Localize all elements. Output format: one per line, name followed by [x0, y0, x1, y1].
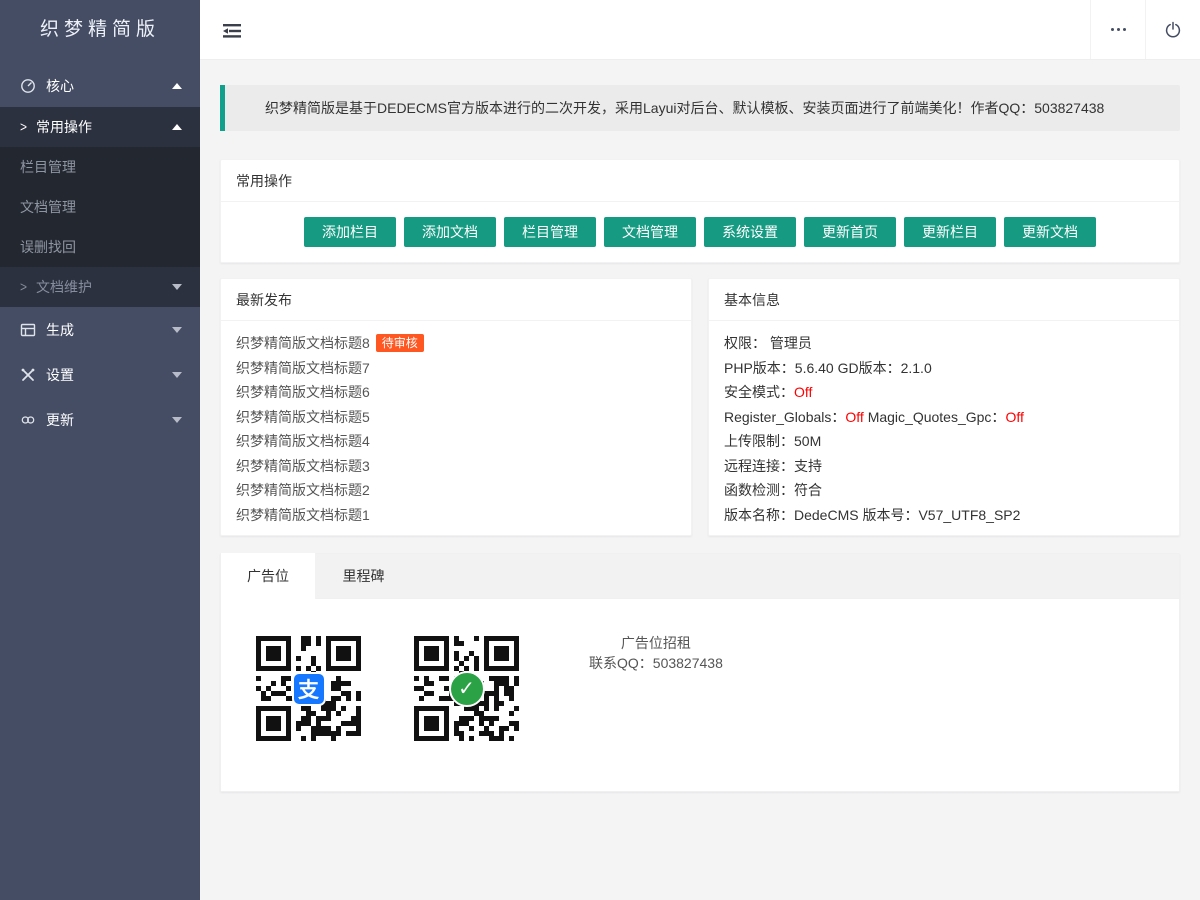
- main-area: 织梦精简版是基于DEDECMS官方版本进行的二次开发，采用Layui对后台、默认…: [200, 0, 1200, 900]
- quick-actions-card: 常用操作 添加栏目 添加文档 栏目管理 文档管理 系统设置 更新首页 更新栏目 …: [220, 159, 1180, 263]
- collapse-sidebar-icon: [222, 22, 242, 38]
- sidebar-group-update-label: 更新: [46, 410, 74, 430]
- info-line-upload-limit: 上传限制：50M: [724, 429, 1164, 454]
- tools-icon: [20, 367, 36, 383]
- pending-review-badge: 待审核: [376, 334, 424, 352]
- caret-up-icon: [172, 124, 182, 130]
- link-icon: [20, 412, 36, 428]
- list-item[interactable]: 织梦精简版文档标题1: [236, 503, 676, 528]
- quick-actions-body: 添加栏目 添加文档 栏目管理 文档管理 系统设置 更新首页 更新栏目 更新文档: [221, 202, 1179, 262]
- caret-up-icon: [172, 83, 182, 89]
- sidebar-item-document-manage[interactable]: 文档管理: [0, 187, 200, 227]
- list-item[interactable]: 织梦精简版文档标题3: [236, 454, 676, 479]
- sidebar-group-core[interactable]: 核心: [0, 65, 200, 107]
- top-header: [200, 0, 1200, 60]
- tab-milestone[interactable]: 里程碑: [316, 554, 411, 599]
- add-column-button[interactable]: 添加栏目: [304, 217, 396, 247]
- info-line-functions: 函数检测：符合: [724, 478, 1164, 503]
- header-actions: [1090, 0, 1200, 59]
- latest-posts-list: 织梦精简版文档标题8 待审核 织梦精简版文档标题7 织梦精简版文档标题6 织梦精简…: [221, 321, 691, 537]
- more-icon: [1111, 28, 1126, 31]
- template-icon: [20, 322, 36, 338]
- sidebar-subgroup-common-ops[interactable]: 常用操作: [0, 107, 200, 147]
- info-line-safe-mode: 安全模式：Off: [724, 380, 1164, 405]
- list-item[interactable]: 织梦精简版文档标题6: [236, 380, 676, 405]
- caret-down-icon: [172, 372, 182, 378]
- collapse-sidebar-button[interactable]: [200, 0, 264, 59]
- basic-info-body: 权限： 管理员 PHP版本：5.6.40 GD版本：2.1.0 安全模式：Off…: [709, 321, 1179, 537]
- app-logo: 织梦精简版: [0, 0, 200, 60]
- tab-ad-slot[interactable]: 广告位: [221, 553, 316, 599]
- info-line-permission: 权限： 管理员: [724, 331, 1164, 356]
- sidebar-group-settings-label: 设置: [46, 365, 74, 385]
- sidebar-group-settings[interactable]: 设置: [0, 352, 200, 397]
- ad-caption-line2: 联系QQ：503827438: [589, 653, 723, 673]
- basic-info-card: 基本信息 权限： 管理员 PHP版本：5.6.40 GD版本：2.1.0 安全模…: [708, 278, 1180, 536]
- sidebar-group-generate[interactable]: 生成: [0, 307, 200, 352]
- ads-tab-body: 支 ✓ 广告位招租 联系QQ：503827438: [221, 599, 1179, 791]
- sidebar-subgroup-doc-maintain-label: 文档维护: [36, 277, 92, 297]
- caret-down-icon: [172, 417, 182, 423]
- caret-down-icon: [172, 327, 182, 333]
- list-item[interactable]: 织梦精简版文档标题4: [236, 429, 676, 454]
- system-settings-button[interactable]: 系统设置: [704, 217, 796, 247]
- sidebar-item-column-manage[interactable]: 栏目管理: [0, 147, 200, 187]
- notice-banner: 织梦精简版是基于DEDECMS官方版本进行的二次开发，采用Layui对后台、默认…: [220, 85, 1180, 131]
- list-item[interactable]: 织梦精简版文档标题8 待审核: [236, 331, 676, 356]
- latest-posts-card: 最新发布 织梦精简版文档标题8 待审核 织梦精简版文档标题7 织梦精简版文档标题6…: [220, 278, 692, 536]
- add-document-button[interactable]: 添加文档: [404, 217, 496, 247]
- gauge-icon: [20, 78, 36, 94]
- dashboard-row: 最新发布 织梦精简版文档标题8 待审核 织梦精简版文档标题7 织梦精简版文档标题6…: [220, 278, 1180, 536]
- caret-down-icon: [172, 284, 182, 290]
- info-line-remote: 远程连接：支持: [724, 454, 1164, 479]
- ad-caption-line1: 广告位招租: [589, 633, 723, 653]
- logout-button[interactable]: [1145, 0, 1200, 59]
- ad-caption: 广告位招租 联系QQ：503827438: [589, 631, 723, 673]
- sidebar-subgroup-doc-maintain[interactable]: 文档维护: [0, 267, 200, 307]
- chevron-right-icon: [20, 279, 27, 295]
- doc-title: 织梦精简版文档标题8: [236, 335, 370, 351]
- more-button[interactable]: [1090, 0, 1145, 59]
- sidebar-item-recycle-restore[interactable]: 误删找回: [0, 227, 200, 267]
- document-manage-button[interactable]: 文档管理: [604, 217, 696, 247]
- sidebar-core-panel: 常用操作 栏目管理 文档管理 误删找回 文档维护: [0, 107, 200, 307]
- info-line-version: 版本名称：DedeCMS 版本号：V57_UTF8_SP2: [724, 503, 1164, 528]
- alipay-qr: 支: [251, 631, 366, 746]
- update-home-button[interactable]: 更新首页: [804, 217, 896, 247]
- list-item[interactable]: 织梦精简版文档标题2: [236, 478, 676, 503]
- sidebar-group-generate-label: 生成: [46, 320, 74, 340]
- sidebar-subgroup-common-ops-label: 常用操作: [36, 117, 92, 137]
- latest-posts-title: 最新发布: [221, 279, 691, 321]
- sidebar-nav: 核心 常用操作 栏目管理 文档管理 误删找回 文档维护 生成: [0, 65, 200, 442]
- update-document-button[interactable]: 更新文档: [1004, 217, 1096, 247]
- list-item[interactable]: 织梦精简版文档标题7: [236, 356, 676, 381]
- ads-tab-card: 广告位 里程碑 支 ✓ 广告位招租 联系QQ：503827438: [220, 553, 1180, 792]
- info-line-globals: Register_Globals：Off Magic_Quotes_Gpc：Of…: [724, 405, 1164, 430]
- sidebar-group-update[interactable]: 更新: [0, 397, 200, 442]
- basic-info-title: 基本信息: [709, 279, 1179, 321]
- sidebar-group-core-label: 核心: [46, 76, 74, 96]
- column-manage-button[interactable]: 栏目管理: [504, 217, 596, 247]
- quick-actions-title: 常用操作: [221, 160, 1179, 202]
- page-content: 织梦精简版是基于DEDECMS官方版本进行的二次开发，采用Layui对后台、默认…: [200, 60, 1200, 900]
- wechat-logo-icon: ✓: [449, 671, 485, 707]
- chevron-right-icon: [20, 119, 27, 135]
- update-column-button[interactable]: 更新栏目: [904, 217, 996, 247]
- list-item[interactable]: 织梦精简版文档标题5: [236, 405, 676, 430]
- info-line-php-gd: PHP版本：5.6.40 GD版本：2.1.0: [724, 356, 1164, 381]
- alipay-logo-icon: 支: [292, 672, 326, 706]
- power-icon: [1164, 21, 1182, 39]
- tab-bar: 广告位 里程碑: [221, 554, 1179, 599]
- sidebar: 织梦精简版 核心 常用操作 栏目管理 文档管理 误删找回 文档维护: [0, 0, 200, 900]
- wechat-qr: ✓: [409, 631, 524, 746]
